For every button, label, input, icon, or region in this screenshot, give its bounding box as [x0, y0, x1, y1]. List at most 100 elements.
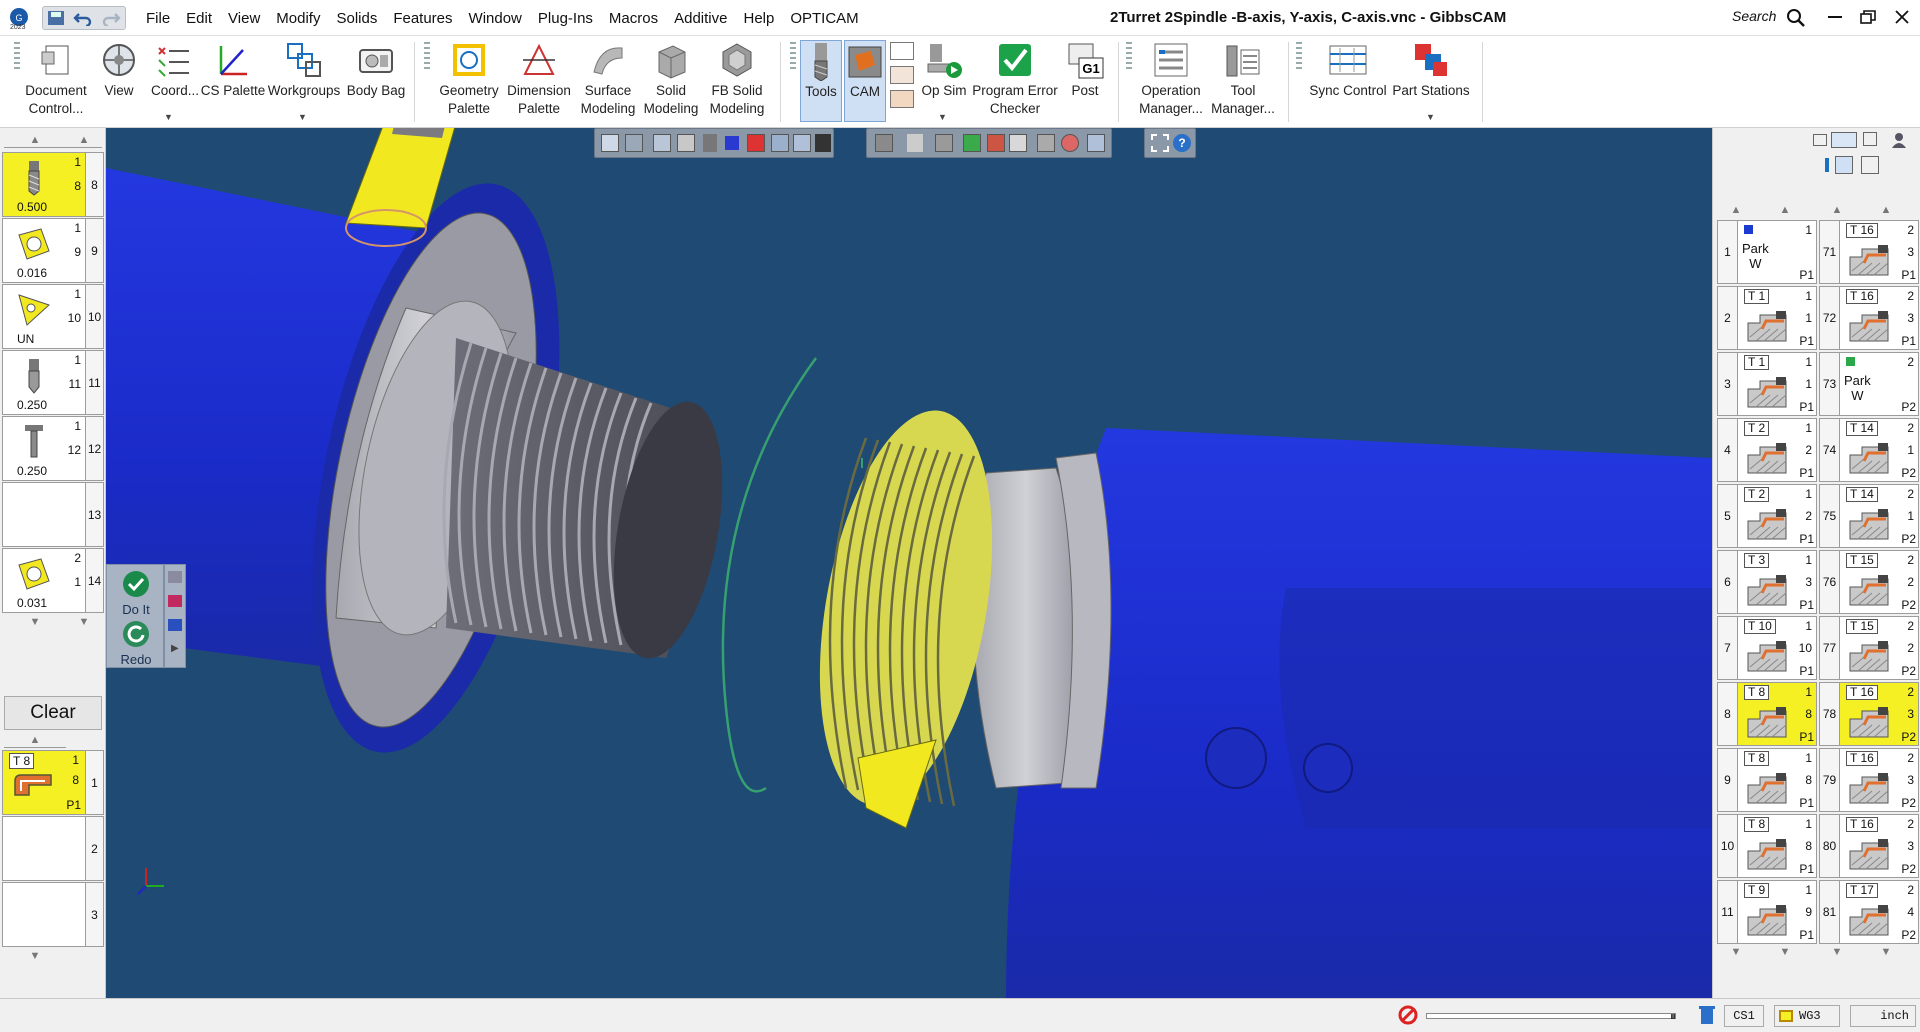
tool-slot[interactable]: 1 11 0.250 11 [2, 350, 104, 415]
coord-button[interactable]: Coord... [146, 40, 204, 122]
tool-slot[interactable]: 1 10 UN 10 [2, 284, 104, 349]
operation-tile[interactable]: 5 T 2 1 2 P1 [1717, 484, 1817, 548]
menu-solids[interactable]: Solids [328, 10, 385, 27]
view-button[interactable]: View [94, 40, 144, 122]
fb-solid-modeling-button[interactable]: FB Solid Modeling [704, 40, 770, 122]
chevron-down-icon[interactable]: ▼ [1426, 112, 1435, 122]
process-slot-empty[interactable]: 2 [2, 816, 104, 881]
operation-tile[interactable]: 81 T 17 2 4 P2 [1819, 880, 1919, 944]
ops-right-page-down-icon[interactable]: ▼ [1819, 946, 1855, 960]
hand-red-icon[interactable] [168, 595, 182, 607]
operation-tile[interactable]: 7 T 10 1 10 P1 [1717, 616, 1817, 680]
operation-tile[interactable]: 73 Park W 2 P2 [1819, 352, 1919, 416]
tool-list-page-down-icon[interactable]: ▼ [66, 616, 102, 630]
3d-viewport[interactable]: ? Do It Redo ▶ [106, 128, 1712, 998]
cam-button[interactable]: CAM [844, 40, 886, 122]
toolbar-grip[interactable] [14, 42, 20, 72]
tool-manager-button[interactable]: Tool Manager... [1206, 40, 1280, 122]
split-view-icon[interactable] [1813, 134, 1827, 146]
ops-right-scroll-up-icon[interactable]: ▲ [1855, 204, 1917, 218]
minimize-icon[interactable] [1828, 16, 1842, 18]
menu-help[interactable]: Help [735, 10, 782, 27]
solid-modeling-button[interactable]: Solid Modeling [640, 40, 702, 122]
menu-features[interactable]: Features [385, 10, 460, 27]
sync-control-button[interactable]: Sync Control [1304, 40, 1392, 122]
tool-list-scroll-up-icon[interactable]: ▲ [4, 134, 66, 148]
view-fit-icon[interactable] [653, 134, 671, 152]
cs-indicator[interactable]: CS1 [1724, 1005, 1764, 1027]
trash-icon[interactable] [1698, 1004, 1716, 1029]
ops-right-page-up-icon[interactable]: ▲ [1819, 204, 1855, 218]
ops-right-scroll-down-icon[interactable]: ▼ [1855, 946, 1917, 960]
tool-slot[interactable]: 13 [2, 482, 104, 547]
operation-tile[interactable]: 2 T 1 1 1 P1 [1717, 286, 1817, 350]
render-section-icon[interactable] [1037, 134, 1055, 152]
ops-left-page-up-icon[interactable]: ▲ [1717, 204, 1755, 218]
process-scroll-down-icon[interactable]: ▼ [4, 950, 66, 964]
menu-macros[interactable]: Macros [601, 10, 666, 27]
units-indicator[interactable]: inch [1850, 1005, 1916, 1027]
pause-icon[interactable]: ⏸ [1670, 1009, 1676, 1024]
menu-file[interactable]: File [138, 10, 178, 27]
search-label[interactable]: Search [1732, 8, 1776, 24]
redo-icon[interactable] [101, 10, 121, 29]
tile-view-icon[interactable] [1831, 132, 1857, 148]
doit-button[interactable]: Do It [109, 567, 163, 617]
op-sim-button[interactable]: Op Sim [918, 40, 970, 122]
view-window-icon[interactable] [677, 134, 695, 152]
operation-tile[interactable]: 3 T 1 1 1 P1 [1717, 352, 1817, 416]
tool-slot[interactable]: 1 8 0.500 8 [2, 152, 104, 217]
grid-view-icon[interactable] [1835, 156, 1853, 174]
render-stock-icon[interactable] [987, 134, 1005, 152]
operation-tile[interactable]: 9 T 8 1 8 P1 [1717, 748, 1817, 812]
tool-slot[interactable]: 2 1 0.031 14 [2, 548, 104, 613]
operation-tile[interactable]: 11 T 9 1 9 P1 [1717, 880, 1817, 944]
restore-icon[interactable] [1860, 10, 1876, 27]
operation-tile[interactable]: 74 T 14 2 1 P2 [1819, 418, 1919, 482]
operation-tile[interactable]: 76 T 15 2 2 P2 [1819, 550, 1919, 614]
render-hidden-icon[interactable] [935, 134, 953, 152]
surface-modeling-button[interactable]: Surface Modeling [576, 40, 640, 122]
clear-button[interactable]: Clear [4, 696, 102, 730]
part-stations-button[interactable]: Part Stations [1390, 40, 1472, 122]
body-bag-button[interactable]: Body Bag [346, 40, 406, 122]
ops-left-scroll-up-icon[interactable]: ▲ [1755, 204, 1815, 218]
operation-manager-button[interactable]: Operation Manager... [1134, 40, 1208, 122]
small-toolpath-icon[interactable] [890, 66, 914, 84]
process-slot-empty[interactable]: 3 [2, 882, 104, 947]
post-button[interactable]: G1 Post [1062, 40, 1108, 122]
process-tile[interactable]: T 8 1 8 P1 1 [2, 750, 104, 815]
menu-view[interactable]: View [220, 10, 268, 27]
search-icon[interactable] [1786, 8, 1806, 31]
tool-slot[interactable]: 1 9 0.016 9 [2, 218, 104, 283]
process-scroll-up-icon[interactable]: ▲ [4, 734, 66, 748]
tool-list-scroll-down-icon[interactable]: ▼ [4, 616, 66, 630]
view-color-icon[interactable] [747, 134, 765, 152]
detail-view-icon[interactable] [1861, 156, 1879, 174]
view-box-icon[interactable] [625, 134, 643, 152]
menu-additive[interactable]: Additive [666, 10, 735, 27]
menu-opticam[interactable]: OPTICAM [782, 10, 866, 27]
operation-tile[interactable]: 1 Park W 1 P1 [1717, 220, 1817, 284]
chevron-down-icon[interactable]: ▼ [298, 112, 307, 122]
render-layout-icon[interactable] [1009, 134, 1027, 152]
small-window-icon[interactable] [890, 42, 914, 60]
menu-window[interactable]: Window [461, 10, 530, 27]
menu-edit[interactable]: Edit [178, 10, 220, 27]
view-grid-icon[interactable] [771, 134, 789, 152]
operation-tile[interactable]: 6 T 3 1 3 P1 [1717, 550, 1817, 614]
ops-left-page-down-icon[interactable]: ▼ [1717, 946, 1755, 960]
chevron-down-icon[interactable]: ▼ [164, 112, 173, 122]
ops-left-scroll-down-icon[interactable]: ▼ [1755, 946, 1815, 960]
tool-list-page-up-icon[interactable]: ▲ [66, 134, 102, 148]
user-icon[interactable] [1891, 132, 1907, 148]
operation-tile[interactable]: 71 T 16 2 3 P1 [1819, 220, 1919, 284]
render-wire-icon[interactable] [907, 134, 923, 152]
view-sections-icon[interactable] [793, 134, 811, 152]
operation-tile[interactable]: 10 T 8 1 8 P1 [1717, 814, 1817, 878]
chevron-right-icon[interactable]: ▶ [171, 643, 179, 654]
toolbar-grip[interactable] [424, 42, 430, 72]
hand-blue-icon[interactable] [168, 619, 182, 631]
render-shaded-icon[interactable] [963, 134, 981, 152]
wg-indicator[interactable]: WG3 [1774, 1005, 1840, 1027]
